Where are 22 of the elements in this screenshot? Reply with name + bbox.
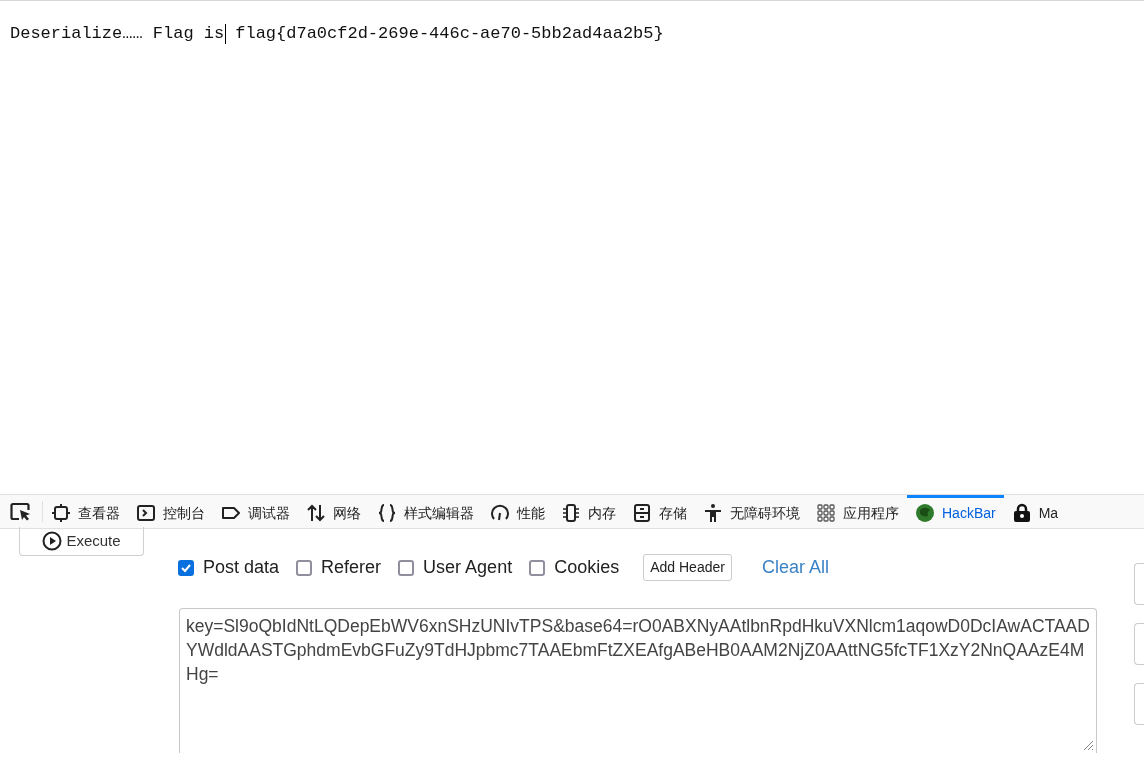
clear-all-link[interactable]: Clear All xyxy=(761,554,829,581)
flag-text: flag{d7a0cf2d-269e-446c-ae70-5bb2ad4aa2b5} xyxy=(235,23,664,45)
devtools-tab[interactable]: 性能 xyxy=(482,495,553,528)
devtools-tab[interactable]: 查看器 xyxy=(43,495,128,528)
add-header-button[interactable]: Add Header xyxy=(643,554,732,581)
option-checkbox[interactable]: Post data xyxy=(178,554,280,581)
post-data-field[interactable]: key=Sl9oQbIdNtLQDepEbWV6xnSHzUNIvTPS&base64=rO0ABXNyAAtlbnRpdHkuVXNlcm1aqowD0DcIAwACTAADYWdldAASTGphdmEvbGFuZy9TdHJpbmc7TAAEbmFtZXEAfgABeHB0AAM2NjZ0AAttNG5fcTF1XzY2NnQAAzE4MHg= xyxy=(179,608,1097,753)
devtools-tab[interactable]: 控制台 xyxy=(128,495,213,528)
devtools-tab[interactable]: Ma xyxy=(1003,495,1067,528)
devtools-tab[interactable]: 调试器 xyxy=(213,495,298,528)
devtools-tab[interactable]: 应用程序 xyxy=(808,495,907,528)
option-checkbox[interactable]: User Agent xyxy=(398,554,513,581)
devtools-tab[interactable]: HackBar xyxy=(907,495,1004,528)
devtools-tab[interactable]: 样式编辑器 xyxy=(369,495,482,528)
devtools-tab[interactable]: 无障碍环境 xyxy=(695,495,808,528)
option-checkbox[interactable]: Cookies xyxy=(529,554,620,581)
execute-button[interactable]: Execute xyxy=(19,527,144,556)
devtools-tab[interactable]: 网络 xyxy=(298,495,369,528)
devtools-tab[interactable]: 存储 xyxy=(624,495,695,528)
option-checkbox[interactable]: Referer xyxy=(296,554,382,581)
page-text: Deserialize…… Flag is xyxy=(10,23,225,45)
devtools-tab[interactable]: 内存 xyxy=(553,495,624,528)
